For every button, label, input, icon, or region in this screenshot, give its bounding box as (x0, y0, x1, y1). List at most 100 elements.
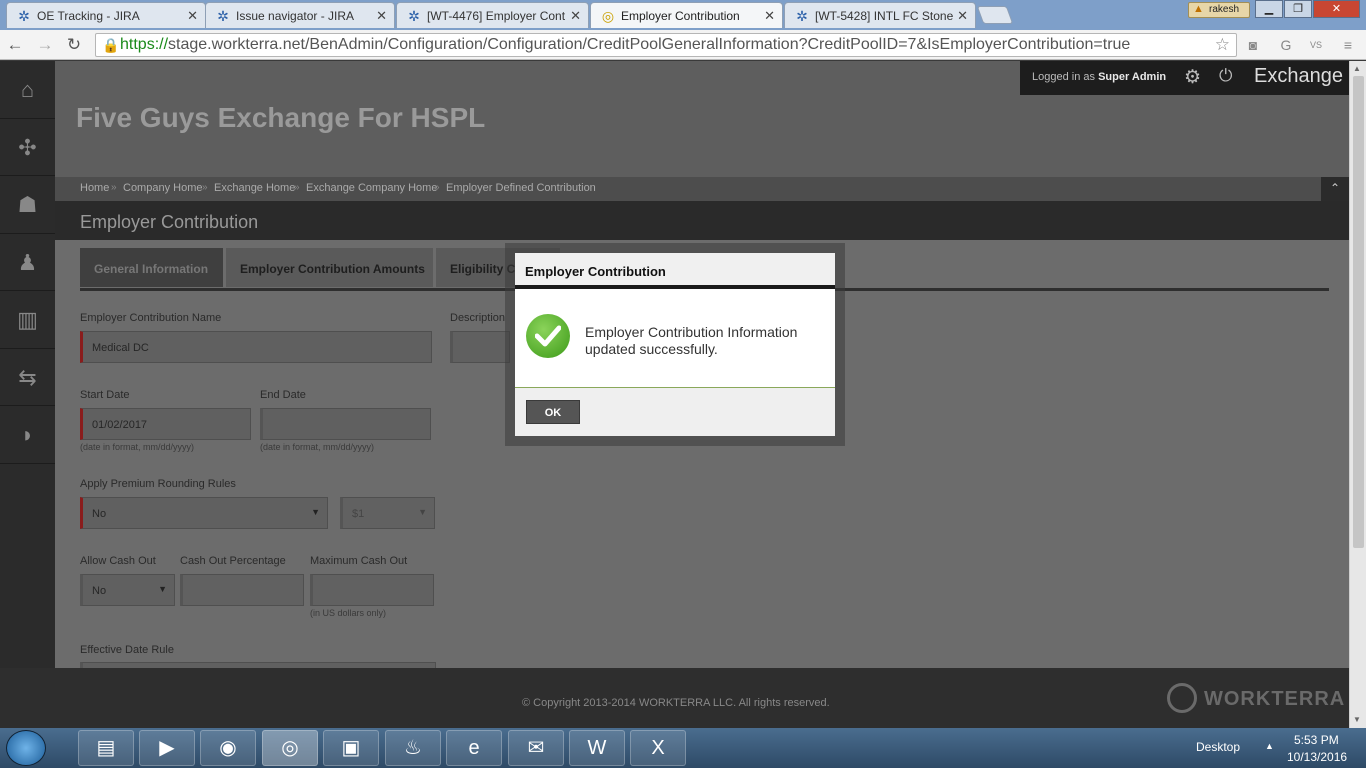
workterra-logo-icon (1167, 683, 1197, 713)
browser-tab-wt-5428[interactable]: ✲ [WT-5428] INTL FC Stone ✕ (784, 2, 976, 28)
cashout-select[interactable]: No ▼ (80, 574, 175, 606)
collapse-chevron-icon[interactable]: ⌃ (1321, 177, 1349, 201)
windows-taskbar: ▤ ▶ ◉ ◎ ▣ ♨ e ✉ W X Desktop ▲ 5:53 PM 10… (0, 728, 1366, 768)
browser-tab-title: [WT-4476] Employer Cont (427, 9, 566, 23)
tray-expand-icon[interactable]: ▲ (1265, 741, 1274, 751)
excel-icon[interactable]: X (630, 730, 686, 766)
windows-start-icon[interactable] (6, 730, 46, 766)
breadcrumb-company-home[interactable]: Company Home (123, 182, 202, 194)
word-icon[interactable]: W (569, 730, 625, 766)
desktop-toolbar-label[interactable]: Desktop (1196, 740, 1240, 754)
rounding-select[interactable]: No ▼ (80, 497, 328, 529)
browser-profile-name: rakesh (1209, 4, 1240, 15)
file-explorer-icon[interactable]: ▤ (78, 730, 134, 766)
site-title: Five Guys Exchange For HSPL (76, 102, 486, 133)
breadcrumb-home[interactable]: Home (80, 182, 109, 194)
max-cashout-input[interactable] (310, 574, 434, 606)
success-check-icon (526, 314, 570, 358)
cashout-percentage-label: Cash Out Percentage (180, 555, 286, 567)
scroll-down-icon[interactable]: ▼ (1353, 715, 1361, 724)
flame-app-icon[interactable]: ♨ (385, 730, 441, 766)
forward-arrow-icon[interactable]: → (34, 34, 56, 56)
cashout-percentage-input[interactable] (180, 574, 304, 606)
breadcrumb-separator: » (434, 182, 440, 193)
outlook-icon[interactable]: ✉ (508, 730, 564, 766)
clock-time[interactable]: 5:53 PM (1294, 733, 1339, 747)
bar-chart-icon[interactable]: ▥ (0, 291, 55, 349)
browser-tab-title: [WT-5428] INTL FC Stone (815, 9, 954, 23)
back-arrow-icon[interactable]: ← (4, 34, 26, 56)
success-dialog: Employer Contribution Employer Contribut… (515, 253, 835, 436)
chrome-icon[interactable]: ◎ (262, 730, 318, 766)
user-star-icon[interactable]: ☗ (0, 176, 55, 234)
chevron-down-icon: ▼ (418, 507, 427, 517)
grammarly-extension-icon[interactable]: G (1276, 35, 1296, 55)
start-date-label: Start Date (80, 389, 130, 401)
breadcrumb-separator: » (111, 182, 117, 193)
maximize-button[interactable]: ❐ (1284, 0, 1312, 18)
url-scheme: https:// (120, 36, 169, 53)
minimize-button[interactable]: ▁ (1255, 0, 1283, 18)
power-icon[interactable]: ⏻ (1219, 66, 1232, 86)
transfer-arrows-icon[interactable]: ⇆ (0, 349, 55, 406)
scroll-up-icon[interactable]: ▲ (1353, 64, 1361, 73)
remote-desktop-icon[interactable]: ▣ (323, 730, 379, 766)
person-icon[interactable]: ♟ (0, 234, 55, 291)
vs-extension-icon[interactable]: VS (1306, 35, 1326, 55)
breadcrumb-exchange-home[interactable]: Exchange Home (214, 182, 295, 194)
ok-button[interactable]: OK (526, 400, 580, 424)
footer-brand: WORKTERRA (1204, 688, 1346, 710)
rounding-amount-select[interactable]: $1 ▼ (340, 497, 435, 529)
rounding-label: Apply Premium Rounding Rules (80, 478, 236, 490)
puzzle-icon[interactable]: ✣ (0, 119, 55, 176)
browser-tab-wt-4476[interactable]: ✲ [WT-4476] Employer Cont ✕ (396, 2, 589, 28)
close-icon[interactable]: ✕ (376, 8, 387, 24)
media-player-icon[interactable]: ▶ (139, 730, 195, 766)
address-bar[interactable]: 🔒 https://stage.workterra.net/BenAdmin/C… (95, 33, 1237, 57)
window-close-button[interactable]: ✕ (1313, 0, 1360, 18)
start-date-input[interactable]: 01/02/2017 (80, 408, 251, 440)
app-sidebar: ⌂ ✣ ☗ ♟ ▥ ⇆ ◗ (0, 61, 55, 668)
browser-tab-title: OE Tracking - JIRA (37, 9, 140, 23)
exchange-mode-label[interactable]: Exchange (1254, 65, 1343, 88)
chat-bubble-icon[interactable]: ◗ (0, 406, 55, 464)
page-scrollbar[interactable]: ▲ ▼ (1349, 61, 1366, 728)
firefox-icon[interactable]: ◉ (200, 730, 256, 766)
close-icon[interactable]: ✕ (957, 8, 968, 24)
jira-icon: ✲ (18, 8, 30, 24)
breadcrumb-exchange-company-home[interactable]: Exchange Company Home (306, 182, 437, 194)
dialog-title: Employer Contribution (525, 264, 666, 279)
home-icon[interactable]: ⌂ (0, 61, 55, 119)
close-icon[interactable]: ✕ (570, 8, 581, 24)
cashout-label: Allow Cash Out (80, 555, 156, 567)
end-date-input[interactable] (260, 408, 431, 440)
jira-icon: ✲ (217, 8, 229, 24)
menu-icon[interactable]: ≡ (1338, 35, 1358, 55)
scroll-thumb[interactable] (1353, 76, 1364, 548)
user-bar: Logged in as Super Admin ⚙ ⏻ Exchange (1020, 61, 1349, 95)
tab-employer-contribution-amounts[interactable]: Employer Contribution Amounts (226, 248, 433, 287)
workterra-icon: ◎ (601, 8, 615, 24)
jira-icon: ✲ (796, 8, 808, 24)
dialog-body: Employer Contribution Information update… (515, 293, 835, 387)
contribution-name-input[interactable]: Medical DC (80, 331, 432, 363)
new-tab-button[interactable] (976, 6, 1014, 24)
reload-icon[interactable]: ↻ (63, 34, 85, 56)
dialog-footer: OK (515, 387, 835, 436)
gear-icon[interactable]: ⚙ (1184, 66, 1201, 89)
clock-date[interactable]: 10/13/2016 (1287, 750, 1347, 764)
close-icon[interactable]: ✕ (764, 8, 775, 24)
internet-explorer-icon[interactable]: e (446, 730, 502, 766)
close-icon[interactable]: ✕ (187, 8, 198, 24)
tab-general-information[interactable]: General Information (80, 248, 223, 287)
camera-extension-icon[interactable]: ◙ (1243, 35, 1263, 55)
app-footer: © Copyright 2013-2014 WORKTERRA LLC. All… (0, 668, 1349, 728)
bookmark-star-icon[interactable]: ☆ (1215, 35, 1230, 55)
dialog-header: Employer Contribution (515, 253, 835, 289)
browser-profile-chip[interactable]: ▲ rakesh (1188, 2, 1250, 18)
browser-tab-oe-tracking[interactable]: ✲ OE Tracking - JIRA ✕ (6, 2, 206, 28)
description-input[interactable] (450, 331, 510, 363)
browser-tab-employer-contribution[interactable]: ◎ Employer Contribution ✕ (590, 2, 783, 28)
browser-tab-title: Employer Contribution (621, 9, 740, 23)
browser-tab-issue-navigator[interactable]: ✲ Issue navigator - JIRA ✕ (205, 2, 395, 28)
